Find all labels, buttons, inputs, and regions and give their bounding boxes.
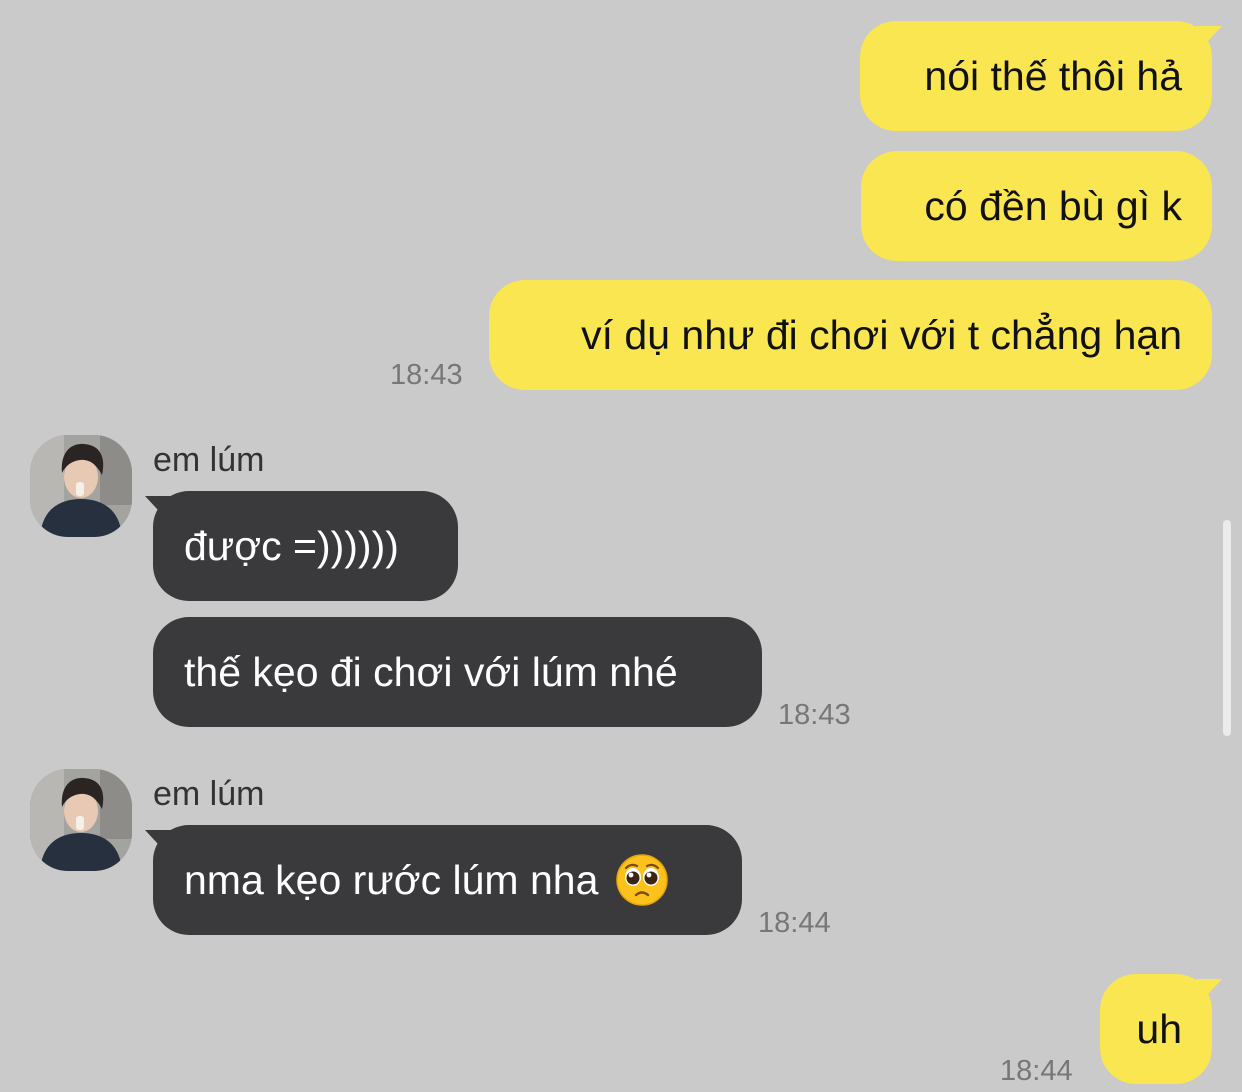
person-photo-icon <box>30 769 132 871</box>
sender-name: em lúm <box>153 441 265 479</box>
message-text: thế kẹo đi chơi với lúm nhé <box>184 648 678 695</box>
outgoing-message-bubble[interactable]: ví dụ như đi chơi với t chẳng hạn <box>489 280 1212 390</box>
avatar[interactable] <box>30 435 132 537</box>
message-timestamp: 18:44 <box>758 907 831 939</box>
pleading-face-emoji-icon <box>616 854 669 906</box>
incoming-message-bubble[interactable]: được =)))))) <box>153 491 458 601</box>
message-text: uh <box>1136 1005 1182 1052</box>
outgoing-message-bubble[interactable]: có đền bù gì k <box>861 151 1212 261</box>
message-timestamp: 18:44 <box>1000 1055 1073 1087</box>
message-text: được =)))))) <box>184 522 399 569</box>
person-photo-icon <box>30 435 132 537</box>
message-timestamp: 18:43 <box>778 699 851 731</box>
message-timestamp: 18:43 <box>390 359 463 391</box>
message-text: ví dụ như đi chơi với t chẳng hạn <box>581 311 1182 358</box>
incoming-message-bubble[interactable]: nma kẹo rước lúm nha <box>153 825 742 935</box>
outgoing-message-bubble[interactable]: nói thế thôi hả <box>860 21 1212 131</box>
message-text: có đền bù gì k <box>924 182 1182 229</box>
message-text: nói thế thôi hả <box>924 52 1182 99</box>
message-text: nma kẹo rước lúm nha <box>184 856 599 903</box>
scrollbar-thumb[interactable] <box>1223 520 1231 736</box>
incoming-message-bubble[interactable]: thế kẹo đi chơi với lúm nhé <box>153 617 762 727</box>
outgoing-message-bubble[interactable]: uh <box>1100 974 1212 1084</box>
sender-name: em lúm <box>153 775 265 813</box>
avatar[interactable] <box>30 769 132 871</box>
